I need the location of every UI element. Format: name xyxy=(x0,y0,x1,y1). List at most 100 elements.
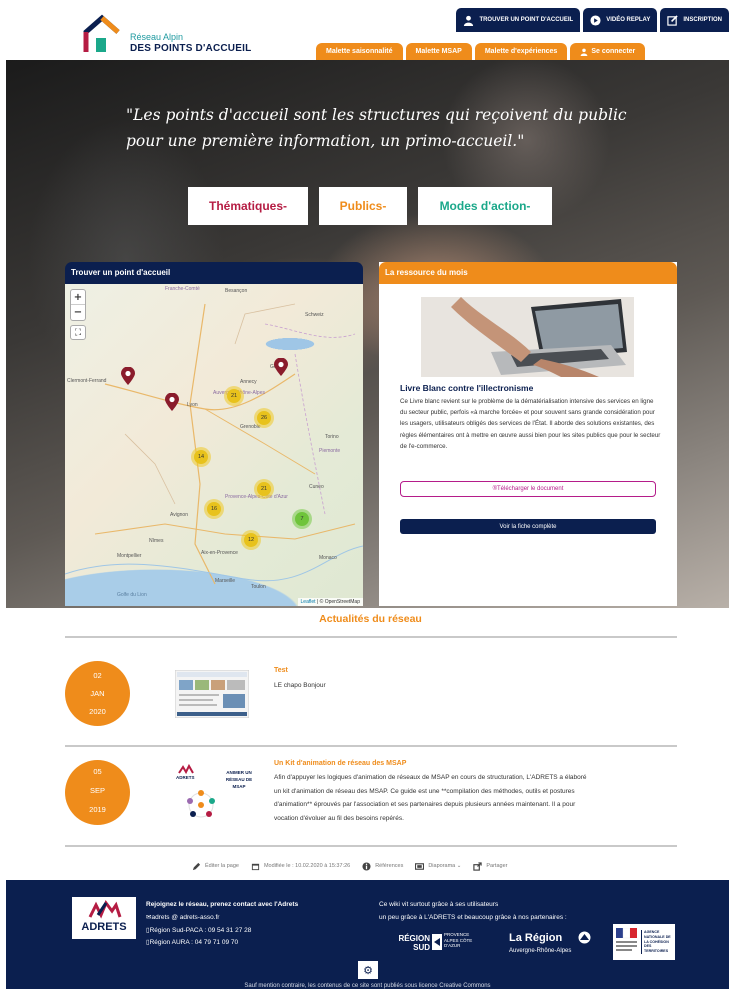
map-label: Montpellier xyxy=(117,553,142,559)
map-label: Golfe du Lion xyxy=(117,592,147,598)
resource-image xyxy=(421,297,634,377)
map-marker-icon[interactable] xyxy=(274,358,288,376)
edit-page-action[interactable]: Éditer la page xyxy=(192,862,239,871)
user-icon xyxy=(464,15,474,26)
edit-icon xyxy=(667,14,678,26)
partners-line2: un peu grâce à L'ADRETS et beaucoup grâc… xyxy=(379,913,567,921)
references-action[interactable]: Références xyxy=(362,861,403,871)
dropdown-suffix: - xyxy=(382,199,387,213)
news-title[interactable]: Un Kit d'animation de réseau des MSAP xyxy=(274,760,406,767)
la-region-subtext: Auvergne-Rhône-Alpes xyxy=(509,948,572,954)
leaflet-link[interactable]: Leaflet xyxy=(301,599,316,605)
dropdown-suffix: - xyxy=(526,199,531,213)
site-logo[interactable]: Réseau Alpin DES POINTS D'ACCUEIL xyxy=(82,14,252,56)
adrets-logo[interactable]: ADRETS xyxy=(72,897,136,939)
resource-title[interactable]: Livre Blanc contre l'illectronisme xyxy=(400,383,533,393)
partners-line1: Ce wiki vit surtout grâce à ses utilisat… xyxy=(379,901,499,908)
marianne-icon xyxy=(616,928,637,951)
video-replay-button[interactable]: VIDÉO REPLAY xyxy=(583,8,658,32)
map-panel: Trouver un point d'accueil + − ⛶ Besanço… xyxy=(65,262,363,606)
main-tabs: Malette saisonnalité Malette MSAP Malett… xyxy=(316,43,646,60)
map-cluster[interactable]: 16 xyxy=(204,499,224,519)
publics-button[interactable]: Publics - xyxy=(319,187,407,225)
map-label: Lyon xyxy=(187,402,198,408)
contact-email-row[interactable]: ✉adrets @ adrets-asso.fr xyxy=(146,912,298,925)
zoom-out-button[interactable]: − xyxy=(71,305,85,320)
tab-malette-experiences[interactable]: Malette d'expériences xyxy=(474,43,568,60)
tab-malette-msap[interactable]: Malette MSAP xyxy=(405,43,472,60)
anct-logo[interactable]: AGENCE NATIONALE DE LA COHÉSION DES TERR… xyxy=(613,924,675,960)
map-label: Clermont-Ferrand xyxy=(67,378,107,384)
map-label: Monaco xyxy=(319,555,337,561)
news-text-line: Afin d'appuyer les logiques d'animation … xyxy=(274,774,587,781)
news-summary: LE chapo Bonjour xyxy=(274,679,326,693)
share-icon xyxy=(473,861,483,871)
anct-text: AGENCE NATIONALE DE LA COHÉSION DES TERR… xyxy=(641,930,673,954)
tab-label: Se connecter xyxy=(591,48,636,55)
news-date-badge: 05 SEP 2019 xyxy=(65,760,130,825)
view-full-button[interactable]: Voir la fiche complète xyxy=(400,519,656,534)
cluster-count: 14 xyxy=(194,450,208,464)
map-label: Franche-Comté xyxy=(165,286,200,292)
resource-description: Ce Livre blanc revient sur le problème d… xyxy=(400,398,661,450)
map-label: Piemonte xyxy=(319,448,341,454)
map-cluster[interactable]: 14 xyxy=(191,447,211,467)
tab-label: Malette d'expériences xyxy=(484,48,558,55)
contact-phone: Région AURA : 04 79 71 09 70 xyxy=(149,939,239,947)
map[interactable]: + − ⛶ Besançon Franche-Comté Schweiz Cle… xyxy=(65,284,363,606)
find-point-button[interactable]: TROUVER UN POINT D'ACCUEIL xyxy=(456,8,581,32)
contact-phone: Région Sud-PACA : 09 54 31 27 28 xyxy=(149,926,252,934)
la-region-text: La Région xyxy=(509,932,563,944)
news-text-line: LE chapo Bonjour xyxy=(274,682,326,689)
news-year: 2020 xyxy=(89,707,106,716)
thematiques-label: Thématiques xyxy=(208,199,283,213)
map-panel-title: Trouver un point d'accueil xyxy=(65,262,363,284)
logo-line2: DES POINTS D'ACCUEIL xyxy=(130,43,252,54)
news-month: JAN xyxy=(90,689,105,698)
inscription-button[interactable]: INSCRIPTION xyxy=(660,8,729,32)
thematiques-button[interactable]: Thématiques - xyxy=(188,187,308,225)
partners-column: Ce wiki vit surtout grâce à ses utilisat… xyxy=(379,899,567,925)
map-cluster[interactable]: 12 xyxy=(241,530,261,550)
news-text-line: d'animation** éprouvés par l'association… xyxy=(274,801,576,808)
user-icon xyxy=(580,48,588,56)
map-cluster[interactable]: 26 xyxy=(254,408,274,428)
region-sud-logo[interactable]: RÉGION SUD PROVENCE ALPES CÔTE D'AZUR xyxy=(382,932,492,957)
video-replay-label: VIDÉO REPLAY xyxy=(606,17,651,23)
news-heading: Actualités du réseau xyxy=(319,613,422,625)
news-thumbnail[interactable]: ADRETS ANIMER UN RÉSEAU DE MSAP xyxy=(175,763,259,823)
map-marker-icon[interactable] xyxy=(165,393,179,411)
download-button[interactable]: ®Télécharger le document xyxy=(400,481,656,497)
news-day: 05 xyxy=(93,767,102,776)
tab-se-connecter[interactable]: Se connecter xyxy=(570,43,646,60)
site-header: Réseau Alpin DES POINTS D'ACCUEIL TROUVE… xyxy=(0,0,729,60)
map-label: Torino xyxy=(325,434,339,440)
map-attribution: Leaflet | © OpenStreetMap xyxy=(297,598,363,606)
map-label: Toulon xyxy=(251,584,266,590)
tab-malette-saisonnalite[interactable]: Malette saisonnalité xyxy=(316,43,403,60)
site-footer: ADRETS Rejoignez le réseau, prenez conta… xyxy=(6,880,729,989)
map-marker-icon[interactable] xyxy=(121,367,135,385)
divider xyxy=(65,745,677,747)
osm-credit: © OpenStreetMap xyxy=(319,599,360,605)
news-title[interactable]: Test xyxy=(274,667,288,674)
map-cluster[interactable]: 7 xyxy=(292,509,312,529)
map-cluster[interactable]: 21 xyxy=(254,479,274,499)
region-aura-logo[interactable]: La Région Auvergne-Rhône-Alpes xyxy=(509,931,595,962)
map-label: Aix-en-Provence xyxy=(201,550,238,556)
divider xyxy=(65,845,677,847)
cluster-count: 12 xyxy=(244,533,258,547)
pencil-icon xyxy=(192,862,201,870)
news-thumbnail[interactable] xyxy=(175,670,249,718)
zoom-in-button[interactable]: + xyxy=(71,290,85,305)
share-action[interactable]: Partager xyxy=(473,861,507,871)
gear-icon[interactable]: ⚙ xyxy=(358,961,378,979)
map-label: Nîmes xyxy=(149,538,164,544)
cluster-count: 21 xyxy=(257,482,271,496)
slideshow-action[interactable]: Diaporama ⌄ xyxy=(415,862,461,871)
map-cluster[interactable]: 21 xyxy=(224,386,244,406)
contact-column: Rejoignez le réseau, prenez contact avec… xyxy=(146,899,298,950)
fullscreen-button[interactable]: ⛶ xyxy=(70,325,86,340)
modes-action-button[interactable]: Modes d'action - xyxy=(418,187,552,225)
contact-phone-row: ▯Région Sud-PACA : 09 54 31 27 28 xyxy=(146,925,298,938)
